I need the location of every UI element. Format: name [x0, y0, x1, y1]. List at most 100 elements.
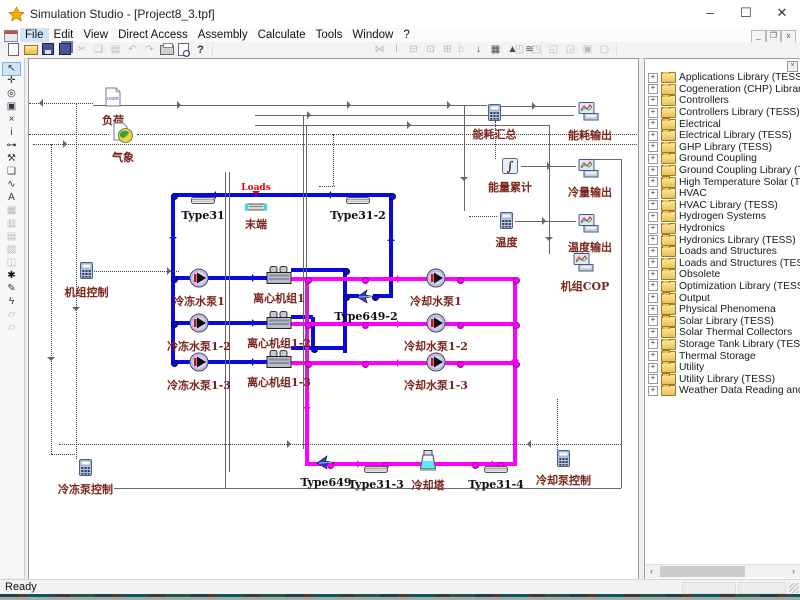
- expand-plus-icon[interactable]: +: [648, 177, 658, 187]
- tile-v-icon[interactable]: ◱: [545, 43, 562, 57]
- component-末端[interactable]: Loads末端: [245, 198, 267, 216]
- layer-b-icon[interactable]: ▥: [3, 218, 20, 230]
- expand-plus-icon[interactable]: +: [648, 386, 658, 396]
- expand-plus-icon[interactable]: +: [648, 154, 658, 164]
- expand-plus-icon[interactable]: +: [648, 142, 658, 152]
- component-type31-3[interactable]: Type31-3: [364, 460, 388, 478]
- component-type31-2[interactable]: Type31-2: [346, 191, 370, 209]
- menu-view[interactable]: View: [78, 28, 113, 42]
- component-负荷[interactable]: USER负荷: [105, 87, 121, 112]
- library-item[interactable]: +Thermal Storage: [645, 350, 800, 362]
- expand-plus-icon[interactable]: +: [648, 200, 658, 210]
- component-type649-2[interactable]: Type649-2: [356, 287, 376, 310]
- expand-plus-icon[interactable]: +: [648, 293, 658, 303]
- text-tool-icon[interactable]: A: [3, 192, 20, 204]
- layout-b-icon[interactable]: ▢: [596, 43, 613, 57]
- pan-tool-icon[interactable]: ✛: [3, 75, 20, 87]
- component-冷冻泵控制[interactable]: 冷冻泵控制: [79, 459, 92, 481]
- component-气象[interactable]: 气象: [113, 122, 133, 149]
- copy-icon[interactable]: ❏: [90, 43, 107, 57]
- library-item[interactable]: +Ground Coupling: [645, 153, 800, 165]
- library-item[interactable]: +HVAC: [645, 188, 800, 200]
- wrench-tool-icon[interactable]: ⚒: [3, 153, 20, 165]
- component-温度[interactable]: 温度: [500, 212, 513, 234]
- library-item[interactable]: +HVAC Library (TESS): [645, 200, 800, 212]
- layer-c-icon[interactable]: ▤: [3, 231, 20, 243]
- expand-plus-icon[interactable]: +: [648, 108, 658, 118]
- expand-plus-icon[interactable]: +: [648, 84, 658, 94]
- pen-tool-icon[interactable]: ✎: [3, 283, 20, 295]
- menu-?[interactable]: ?: [398, 28, 414, 42]
- menu-calculate[interactable]: Calculate: [253, 28, 311, 42]
- library-item[interactable]: +Solar Thermal Collectors: [645, 327, 800, 339]
- library-item[interactable]: +High Temperature Solar (TESS): [645, 176, 800, 188]
- drop-down-icon[interactable]: ↓: [470, 43, 487, 57]
- settings-gear-icon[interactable]: ✱: [3, 270, 20, 282]
- component-离心机组1[interactable]: 离心机组1: [266, 265, 292, 290]
- library-item[interactable]: +Optimization Library (TESS): [645, 281, 800, 293]
- spline-link-tool-icon[interactable]: ∿: [3, 179, 20, 191]
- save-all-icon[interactable]: [56, 43, 73, 57]
- scroll-left-icon[interactable]: ‹: [645, 565, 658, 578]
- layer-d-icon[interactable]: ▨: [3, 244, 20, 256]
- expand-plus-icon[interactable]: +: [648, 339, 658, 349]
- new-icon[interactable]: [5, 43, 22, 57]
- grid-icon[interactable]: ▦: [487, 43, 504, 57]
- scroll-thumb[interactable]: [660, 566, 745, 577]
- component-机组cop[interactable]: 机组COP: [573, 253, 597, 278]
- expand-plus-icon[interactable]: +: [648, 247, 658, 257]
- component-冷却水泵1-2[interactable]: 冷却水泵1-2: [426, 313, 446, 338]
- library-item[interactable]: +Utility: [645, 362, 800, 374]
- component-冷却水泵1[interactable]: 冷却水泵1: [426, 268, 446, 293]
- help-icon[interactable]: ?: [192, 43, 209, 57]
- component-机组控制[interactable]: 机组控制: [80, 262, 93, 284]
- expand-plus-icon[interactable]: +: [648, 351, 658, 361]
- expand-plus-icon[interactable]: +: [648, 281, 658, 291]
- library-close-icon[interactable]: ×: [787, 61, 798, 72]
- layer-e-icon[interactable]: ◫: [3, 257, 20, 269]
- expand-plus-icon[interactable]: +: [648, 224, 658, 234]
- resize-grip[interactable]: [789, 583, 799, 593]
- library-item[interactable]: +Ground Coupling Library (TESS): [645, 165, 800, 177]
- fit-horizontal-icon[interactable]: ⋈: [371, 43, 388, 57]
- arrange-icon[interactable]: ◲: [562, 43, 579, 57]
- menu-edit[interactable]: Edit: [49, 28, 79, 42]
- assembly-canvas[interactable]: USER负荷气象Type31Loads末端Type31-2冷冻水泵1冷冻水泵1-…: [28, 58, 639, 580]
- component-冷冻水泵1-2[interactable]: 冷冻水泵1-2: [189, 313, 209, 338]
- component-冷冻水泵1[interactable]: 冷冻水泵1: [189, 268, 209, 293]
- library-item[interactable]: +Hydronics Library (TESS): [645, 234, 800, 246]
- library-item[interactable]: +Electrical: [645, 118, 800, 130]
- menu-direct-access[interactable]: Direct Access: [113, 28, 193, 42]
- menu-file[interactable]: File: [20, 28, 49, 42]
- expand-plus-icon[interactable]: +: [648, 166, 658, 176]
- minimize-button[interactable]: –: [692, 0, 728, 28]
- library-item[interactable]: +GHP Library (TESS): [645, 142, 800, 154]
- scroll-right-icon[interactable]: ›: [787, 565, 800, 578]
- component-能耗输出[interactable]: 能耗输出: [578, 102, 602, 127]
- fit-vertical-icon[interactable]: Ⅰ: [388, 43, 405, 57]
- maximize-button[interactable]: ☐: [728, 0, 764, 28]
- component-能量累计[interactable]: ∫能量累计: [502, 158, 518, 179]
- library-item[interactable]: +Loads and Structures (TESS): [645, 258, 800, 270]
- expand-plus-icon[interactable]: +: [648, 73, 658, 83]
- menu-assembly[interactable]: Assembly: [193, 28, 253, 42]
- expand-plus-icon[interactable]: +: [648, 305, 658, 315]
- library-item[interactable]: +Obsolete: [645, 269, 800, 281]
- component-type31-4[interactable]: Type31-4: [484, 460, 508, 478]
- expand-plus-icon[interactable]: +: [648, 374, 658, 384]
- link-tool-icon[interactable]: ⊶: [3, 140, 20, 152]
- library-item[interactable]: +Hydrogen Systems: [645, 211, 800, 223]
- library-item[interactable]: +Loads and Structures: [645, 246, 800, 258]
- expand-icon[interactable]: ⊡: [422, 43, 439, 57]
- save-icon[interactable]: [39, 43, 56, 57]
- shrink-icon[interactable]: ⊟: [405, 43, 422, 57]
- expand-plus-icon[interactable]: +: [648, 258, 658, 268]
- library-item[interactable]: +Storage Tank Library (TESS): [645, 339, 800, 351]
- run-tool-icon[interactable]: ϟ: [3, 296, 20, 308]
- component-离心机组1-3[interactable]: 离心机组1-3: [266, 349, 292, 374]
- library-item[interactable]: +Utility Library (TESS): [645, 373, 800, 385]
- component-离心机组1-2[interactable]: 离心机组1-2: [266, 310, 292, 335]
- open-icon[interactable]: [22, 43, 39, 57]
- component-冷量输出[interactable]: 冷量输出: [578, 159, 602, 184]
- library-item[interactable]: +Solar Library (TESS): [645, 315, 800, 327]
